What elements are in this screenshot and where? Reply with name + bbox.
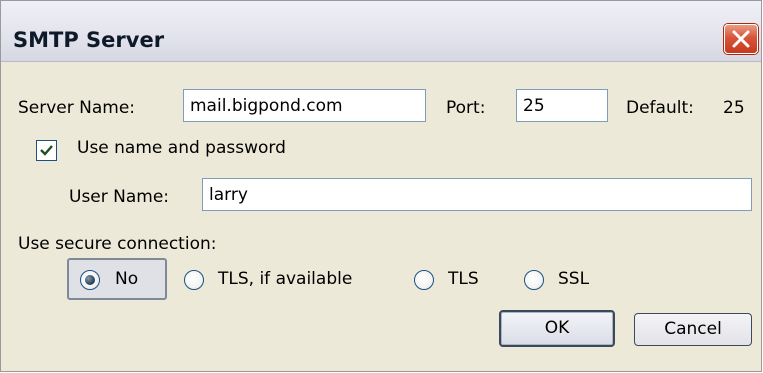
default-port-value: 25 [723, 98, 745, 118]
radio-tls[interactable] [414, 270, 434, 290]
secure-connection-label: Use secure connection: [18, 234, 217, 254]
cancel-button[interactable]: Cancel [634, 313, 752, 346]
radio-tls-if-available-label[interactable]: TLS, if available [218, 269, 352, 289]
radio-ssl[interactable] [524, 270, 544, 290]
ok-button[interactable]: OK [499, 310, 615, 347]
port-label: Port: [446, 98, 486, 118]
user-name-label: User Name: [69, 187, 170, 207]
radio-selected-dot [85, 275, 95, 285]
radio-no[interactable] [80, 270, 100, 290]
use-name-password-checkbox[interactable] [36, 140, 57, 161]
server-name-input[interactable]: mail.bigpond.com [183, 89, 426, 122]
radio-ssl-label[interactable]: SSL [558, 269, 589, 289]
close-button[interactable] [724, 24, 758, 54]
radio-tls-label[interactable]: TLS [448, 269, 479, 289]
title-bar[interactable]: SMTP Server [1, 1, 761, 62]
radio-tls-if-available[interactable] [184, 270, 204, 290]
check-icon [40, 145, 53, 156]
user-name-input[interactable]: larry [202, 178, 752, 211]
port-input[interactable]: 25 [516, 89, 608, 122]
radio-no-label[interactable]: No [115, 269, 138, 289]
close-icon [732, 30, 750, 48]
use-name-password-label[interactable]: Use name and password [77, 138, 286, 158]
server-name-label: Server Name: [18, 98, 136, 118]
dialog-title: SMTP Server [13, 28, 165, 52]
default-label: Default: [626, 98, 694, 118]
smtp-server-dialog: SMTP Server Server Name: mail.bigpond.co… [0, 0, 762, 372]
